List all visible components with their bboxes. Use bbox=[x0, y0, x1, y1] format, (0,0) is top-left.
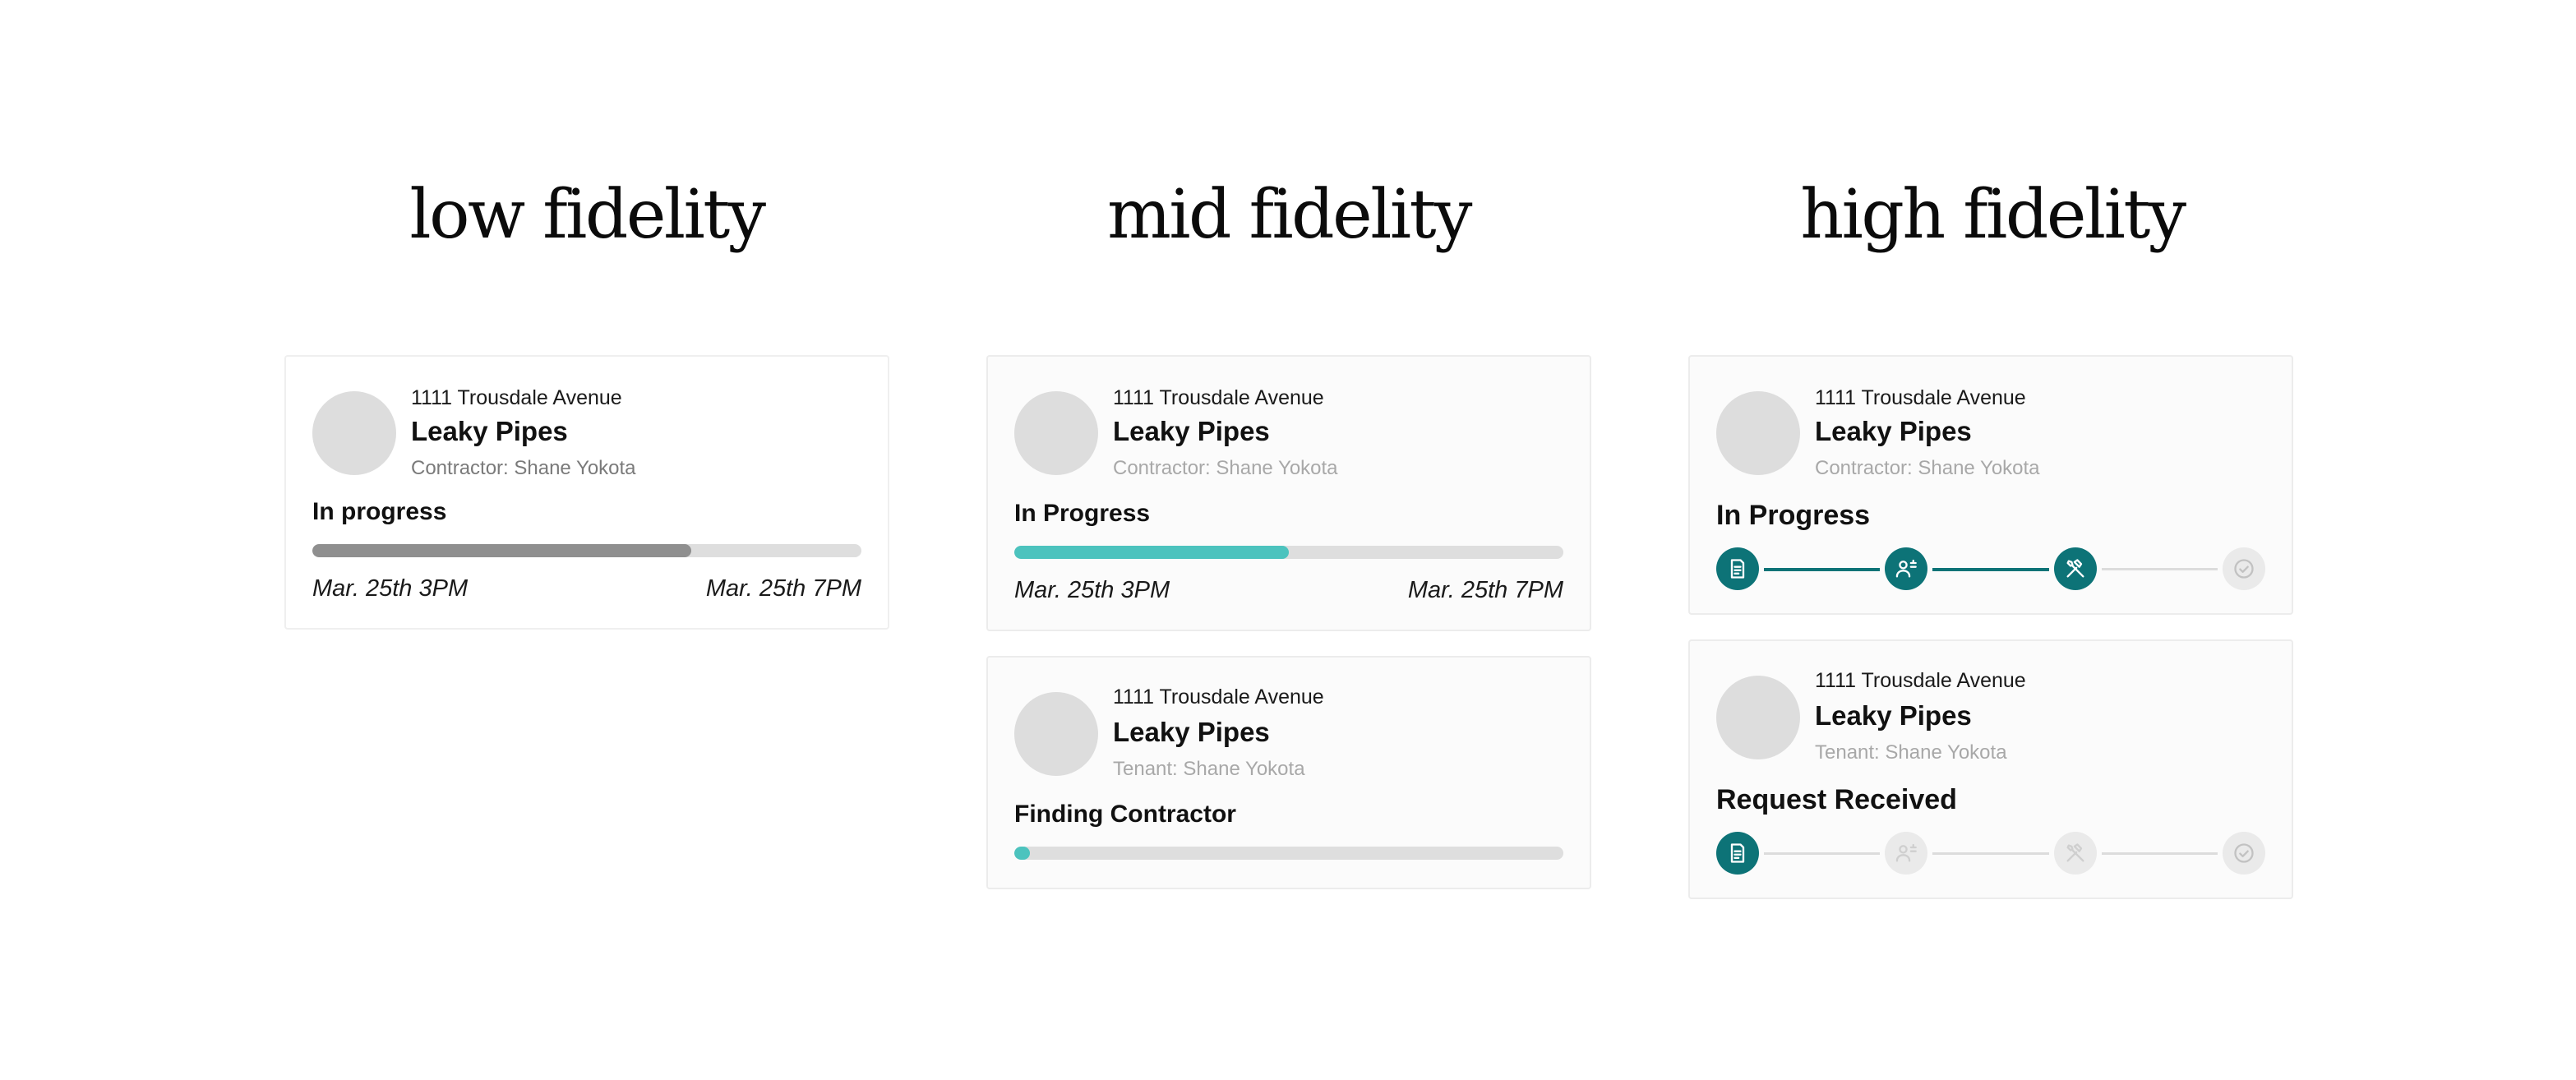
mid-fidelity-title: mid fidelity bbox=[1107, 176, 1472, 254]
step-tools bbox=[2053, 547, 2097, 590]
step-assign-person bbox=[1885, 547, 1928, 590]
progress-fill bbox=[1014, 546, 1289, 559]
high-fi-request-card-request-received[interactable]: 1111 Trousdale Avenue Leaky Pipes Tenant… bbox=[1688, 639, 2293, 899]
issue-title: Leaky Pipes bbox=[411, 416, 568, 446]
status-label: Finding Contractor bbox=[1014, 801, 1236, 828]
step-tools bbox=[2053, 832, 2097, 875]
assignee-label: Tenant: Shane Yokota bbox=[1113, 758, 1305, 780]
avatar bbox=[1014, 692, 1098, 776]
step-check-circle bbox=[2223, 832, 2265, 875]
high-fidelity-title: high fidelity bbox=[1800, 176, 2186, 254]
assignee-label: Contractor: Shane Yokota bbox=[411, 457, 636, 479]
assign-person-icon bbox=[1895, 557, 1918, 580]
progress-fill bbox=[1014, 847, 1030, 860]
status-label: In Progress bbox=[1716, 500, 1871, 531]
mid-fi-request-card-finding-contractor[interactable]: 1111 Trousdale Avenue Leaky Pipes Tenant… bbox=[986, 656, 1591, 889]
progress-track bbox=[1014, 546, 1563, 559]
status-label: In Progress bbox=[1014, 500, 1151, 527]
assignee-label: Contractor: Shane Yokota bbox=[1815, 457, 2040, 479]
document-icon bbox=[1726, 557, 1749, 580]
step-check-circle bbox=[2223, 547, 2265, 590]
assignee-label: Tenant: Shane Yokota bbox=[1815, 741, 2007, 764]
step-connector bbox=[2101, 568, 2218, 570]
start-time: Mar. 25th 3PM bbox=[312, 575, 469, 602]
end-time: Mar. 25th 7PM bbox=[1407, 577, 1563, 603]
step-connector bbox=[1932, 568, 2049, 571]
progress-stepper bbox=[1716, 547, 2265, 590]
issue-title: Leaky Pipes bbox=[1113, 717, 1270, 747]
issue-title: Leaky Pipes bbox=[1113, 416, 1270, 446]
tools-icon bbox=[2064, 842, 2087, 865]
avatar bbox=[1716, 676, 1800, 759]
document-icon bbox=[1726, 842, 1749, 865]
property-address: 1111 Trousdale Avenue bbox=[1815, 386, 2026, 409]
progress-track bbox=[312, 544, 861, 557]
progress-track bbox=[1014, 847, 1563, 860]
progress-fill bbox=[312, 544, 691, 557]
property-address: 1111 Trousdale Avenue bbox=[411, 386, 622, 409]
avatar bbox=[1716, 391, 1800, 475]
property-address: 1111 Trousdale Avenue bbox=[1113, 685, 1324, 708]
check-circle-icon bbox=[2232, 842, 2255, 865]
step-document bbox=[1716, 547, 1759, 590]
property-address: 1111 Trousdale Avenue bbox=[1815, 669, 2026, 692]
progress-stepper bbox=[1716, 832, 2265, 875]
status-label: Request Received bbox=[1716, 784, 1957, 815]
step-connector bbox=[1764, 568, 1881, 571]
property-address: 1111 Trousdale Avenue bbox=[1113, 386, 1324, 409]
step-connector bbox=[1932, 852, 2049, 855]
start-time: Mar. 25th 3PM bbox=[1014, 577, 1170, 603]
check-circle-icon bbox=[2232, 557, 2255, 580]
issue-title: Leaky Pipes bbox=[1815, 416, 1972, 446]
mid-fi-request-card-in-progress[interactable]: 1111 Trousdale Avenue Leaky Pipes Contra… bbox=[986, 355, 1591, 631]
avatar bbox=[312, 391, 396, 475]
status-label: In progress bbox=[312, 498, 447, 525]
low-fidelity-title: low fidelity bbox=[409, 176, 766, 254]
avatar bbox=[1014, 391, 1098, 475]
step-connector bbox=[2101, 852, 2218, 855]
end-time: Mar. 25th 7PM bbox=[705, 575, 861, 602]
assignee-label: Contractor: Shane Yokota bbox=[1113, 457, 1338, 479]
low-fi-request-card[interactable]: 1111 Trousdale Avenue Leaky Pipes Contra… bbox=[284, 355, 889, 630]
tools-icon bbox=[2064, 557, 2087, 580]
step-document bbox=[1716, 832, 1759, 875]
step-connector bbox=[1764, 852, 1881, 855]
issue-title: Leaky Pipes bbox=[1815, 700, 1972, 731]
assign-person-icon bbox=[1895, 842, 1918, 865]
high-fi-request-card-in-progress[interactable]: 1111 Trousdale Avenue Leaky Pipes Contra… bbox=[1688, 355, 2293, 615]
step-assign-person bbox=[1885, 832, 1928, 875]
